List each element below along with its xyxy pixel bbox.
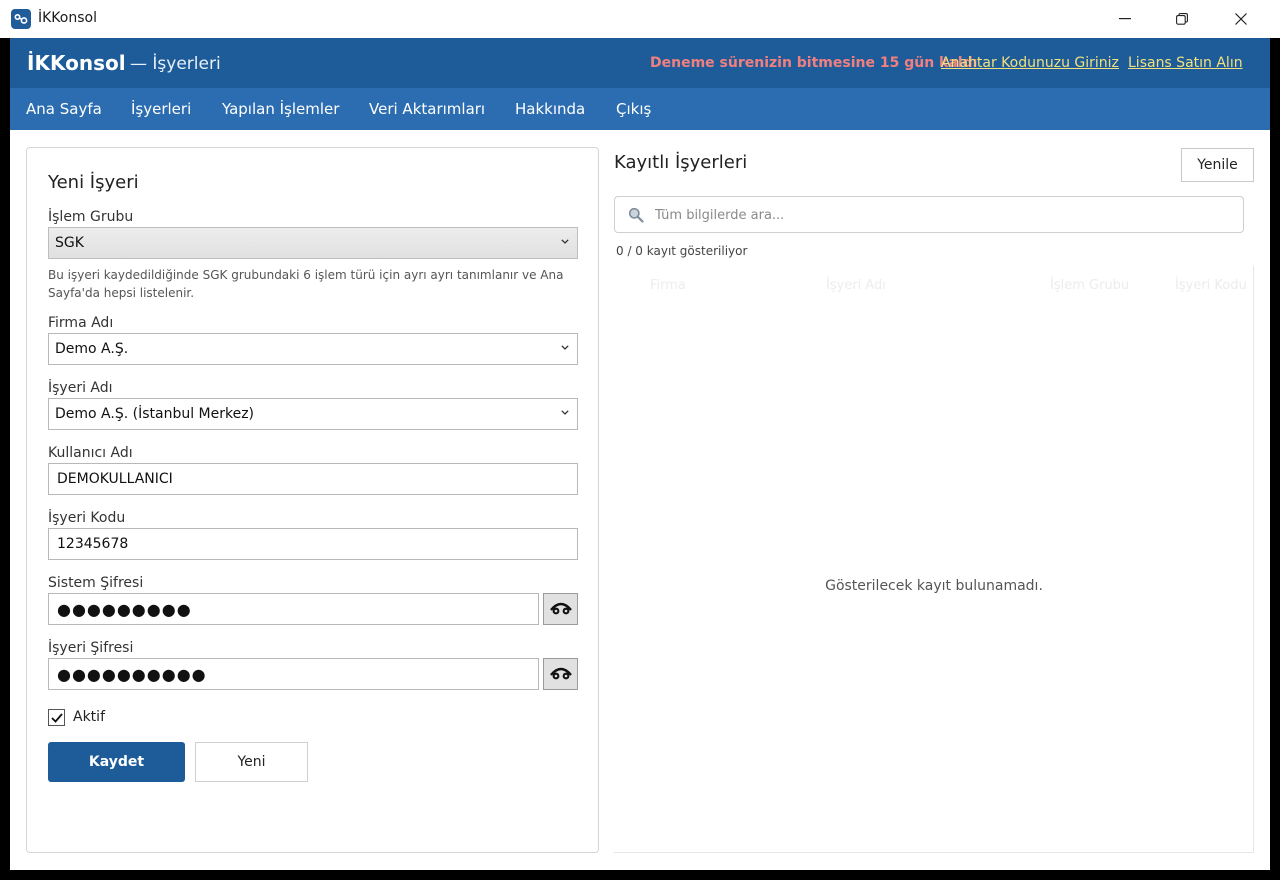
- username-input[interactable]: DEMOKULLANICI: [48, 463, 578, 495]
- system-password-toggle[interactable]: [543, 593, 578, 625]
- workplace-password-label: İşyeri Şifresi: [48, 640, 134, 656]
- workplace-password-value: ●●●●●●●●●●: [57, 664, 207, 684]
- page-subtitle: — İşyerleri: [130, 54, 221, 74]
- app-header: İKKonsol — İşyerleri Deneme sürenizin bi…: [10, 38, 1270, 88]
- column-header-code[interactable]: İşyeri Kodu: [1175, 278, 1247, 293]
- active-checkbox[interactable]: [48, 709, 65, 726]
- refresh-button[interactable]: Yenile: [1181, 148, 1254, 182]
- system-password-value: ●●●●●●●●●: [57, 599, 192, 619]
- group-label: İşlem Grubu: [48, 209, 134, 225]
- new-button[interactable]: Yeni: [195, 742, 308, 782]
- group-hint: Bu işyeri kaydedildiğinde SGK grubundaki…: [48, 268, 564, 300]
- nav-workplaces[interactable]: İşyerleri: [131, 100, 191, 118]
- nav-operations[interactable]: Yapılan İşlemler: [222, 100, 339, 118]
- company-label: Firma Adı: [48, 315, 114, 331]
- close-window-button[interactable]: [1212, 0, 1270, 38]
- column-header-company[interactable]: Firma: [650, 278, 686, 293]
- main-nav: Ana Sayfa İşyerleri Yapılan İşlemler Ver…: [10, 88, 1270, 130]
- code-label: İşyeri Kodu: [48, 510, 126, 526]
- license-key-link[interactable]: Anahtar Kodunuzu Giriniz: [941, 55, 1119, 71]
- nav-about[interactable]: Hakkında: [515, 100, 585, 118]
- nav-data-transfers[interactable]: Veri Aktarımları: [369, 100, 485, 118]
- column-header-workplace[interactable]: İşyeri Adı: [826, 278, 886, 293]
- system-password-label: Sistem Şifresi: [48, 575, 144, 591]
- eye-toggle-icon: [549, 667, 572, 680]
- company-value: Demo A.Ş.: [55, 341, 129, 357]
- system-password-input[interactable]: ●●●●●●●●●: [48, 593, 539, 625]
- restore-icon: [1176, 13, 1188, 25]
- app-content: İKKonsol — İşyerleri Deneme sürenizin bi…: [10, 38, 1270, 870]
- record-count: 0 / 0 kayıt gösteriliyor: [616, 244, 748, 258]
- chevron-down-icon: [561, 239, 569, 244]
- save-button[interactable]: Kaydet: [48, 742, 185, 782]
- search-icon: [628, 207, 644, 223]
- chevron-down-icon: [561, 345, 569, 350]
- workplace-password-input[interactable]: ●●●●●●●●●●: [48, 658, 539, 690]
- checkmark-icon: [50, 712, 63, 723]
- nav-home[interactable]: Ana Sayfa: [26, 100, 102, 118]
- username-value: DEMOKULLANICI: [57, 471, 173, 487]
- form-title: Yeni İşyeri: [48, 172, 139, 193]
- nav-exit[interactable]: Çıkış: [616, 100, 651, 118]
- workplace-password-toggle[interactable]: [543, 658, 578, 690]
- new-workplace-form: Yeni İşyeri İşlem Grubu SGK Bu işyeri ka…: [26, 147, 599, 853]
- empty-state: Gösterilecek kayıt bulunamadı.: [825, 578, 1043, 594]
- workplace-label: İşyeri Adı: [48, 380, 113, 396]
- app-window: İKKonsol İKKonsol — İşyerleri Deneme sür…: [0, 0, 1280, 880]
- brand-logo: İKKonsol: [27, 51, 126, 75]
- search-input[interactable]: [655, 206, 1225, 224]
- code-value: 12345678: [57, 536, 129, 552]
- list-title: Kayıtlı İşyerleri: [614, 152, 748, 173]
- workplace-select[interactable]: Demo A.Ş. (İstanbul Merkez): [48, 398, 578, 430]
- restore-button[interactable]: [1153, 0, 1211, 38]
- close-icon: [1235, 13, 1247, 25]
- title-bar: İKKonsol: [0, 0, 1280, 38]
- workplace-table: Firma İşyeri Adı İşlem Grubu İşyeri Kodu…: [614, 266, 1254, 853]
- company-select[interactable]: Demo A.Ş.: [48, 333, 578, 365]
- column-header-group[interactable]: İşlem Grubu: [1050, 278, 1129, 293]
- group-value: SGK: [55, 235, 84, 251]
- workplace-code-input[interactable]: 12345678: [48, 528, 578, 560]
- workplace-value: Demo A.Ş. (İstanbul Merkez): [55, 406, 255, 422]
- link-icon: [11, 9, 31, 29]
- trial-notice: Deneme sürenizin bitmesine 15 gün kaldı: [650, 55, 978, 71]
- username-label: Kullanıcı Adı: [48, 445, 133, 461]
- eye-toggle-icon: [549, 602, 572, 615]
- window-title: İKKonsol: [38, 10, 97, 26]
- buy-license-link[interactable]: Lisans Satın Alın: [1128, 55, 1243, 71]
- chevron-down-icon: [561, 410, 569, 415]
- active-label: Aktif: [73, 709, 105, 725]
- search-box: [614, 196, 1244, 233]
- minimize-button[interactable]: [1096, 0, 1154, 38]
- group-select[interactable]: SGK: [48, 227, 578, 259]
- minimize-icon: [1119, 18, 1131, 20]
